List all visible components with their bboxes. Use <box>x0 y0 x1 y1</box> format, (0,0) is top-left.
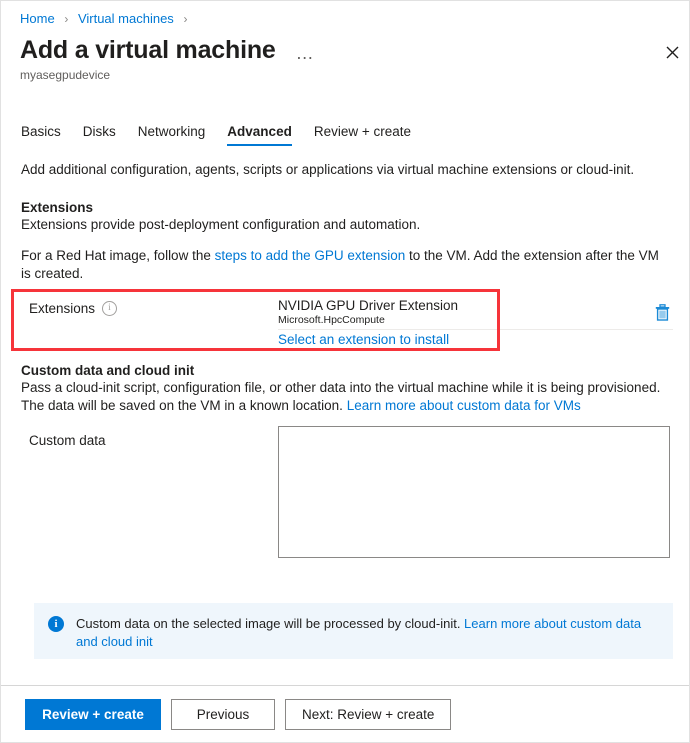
info-banner-text-before: Custom data on the selected image will b… <box>76 616 465 631</box>
custom-data-sub-line1: Pass a cloud-init script, configuration … <box>21 380 661 395</box>
trash-icon <box>655 303 669 321</box>
extensions-section-heading: Extensions <box>21 200 94 215</box>
tab-advanced[interactable]: Advanced <box>227 124 292 146</box>
breadcrumb-item-virtual-machines[interactable]: Virtual machines <box>78 11 174 26</box>
tab-disks[interactable]: Disks <box>83 124 116 146</box>
custom-data-section-heading: Custom data and cloud init <box>21 363 195 378</box>
extensions-field-label-group: Extensions <box>29 301 118 316</box>
close-button[interactable] <box>660 40 684 64</box>
title-row: Add a virtual machine … <box>20 34 319 66</box>
blade-content: Home › Virtual machines › Add a virtual … <box>1 1 689 686</box>
extension-name: NVIDIA GPU Driver Extension <box>278 298 459 313</box>
next-review-create-button[interactable]: Next: Review + create <box>285 699 452 730</box>
info-icon[interactable] <box>102 301 118 316</box>
advanced-intro-text: Add additional configuration, agents, sc… <box>21 162 635 177</box>
wizard-footer: Review + create Previous Next: Review + … <box>1 687 689 742</box>
info-filled-icon <box>48 616 64 632</box>
previous-button[interactable]: Previous <box>171 699 275 730</box>
tab-basics[interactable]: Basics <box>21 124 61 146</box>
info-banner-text: Custom data on the selected image will b… <box>76 615 659 651</box>
extensions-field-label: Extensions <box>29 301 96 316</box>
note-text-before: For a Red Hat image, follow the <box>21 248 215 263</box>
wizard-tabs: Basics Disks Networking Advanced Review … <box>21 120 433 146</box>
custom-data-section-subheading: Pass a cloud-init script, configuration … <box>21 379 671 415</box>
cloud-init-info-banner: Custom data on the selected image will b… <box>34 603 673 659</box>
extensions-section-subheading: Extensions provide post-deployment confi… <box>21 217 421 232</box>
breadcrumb-separator-icon: › <box>183 12 188 26</box>
add-virtual-machine-blade: Home › Virtual machines › Add a virtual … <box>0 0 690 743</box>
extensions-redhat-note: For a Red Hat image, follow the steps to… <box>21 247 671 283</box>
selected-extension: NVIDIA GPU Driver Extension Microsoft.Hp… <box>278 297 658 327</box>
tab-review-create[interactable]: Review + create <box>314 124 411 146</box>
more-options-icon[interactable]: … <box>292 42 319 64</box>
breadcrumb: Home › Virtual machines › <box>20 11 193 27</box>
select-extension-link[interactable]: Select an extension to install <box>278 331 449 349</box>
gpu-extension-steps-link[interactable]: steps to add the GPU extension <box>215 248 406 263</box>
extension-row-divider <box>278 329 673 330</box>
delete-extension-button[interactable] <box>649 299 675 325</box>
tab-networking[interactable]: Networking <box>138 124 206 146</box>
review-create-button[interactable]: Review + create <box>25 699 161 730</box>
custom-data-input[interactable] <box>278 426 670 558</box>
page-subtitle: myasegpudevice <box>20 68 111 82</box>
breadcrumb-separator-icon: › <box>64 12 69 26</box>
page-title: Add a virtual machine <box>20 36 276 64</box>
custom-data-field-label: Custom data <box>29 433 106 448</box>
close-icon <box>666 46 678 58</box>
custom-data-sub-line2-before: The data will be saved on the VM in a kn… <box>21 398 347 413</box>
custom-data-learn-more-link[interactable]: Learn more about custom data for VMs <box>347 398 581 413</box>
extensions-field-row: Extensions NVIDIA GPU Driver Extension M… <box>21 289 673 351</box>
breadcrumb-item-home[interactable]: Home <box>20 11 55 26</box>
extension-publisher: Microsoft.HpcCompute <box>278 314 385 326</box>
